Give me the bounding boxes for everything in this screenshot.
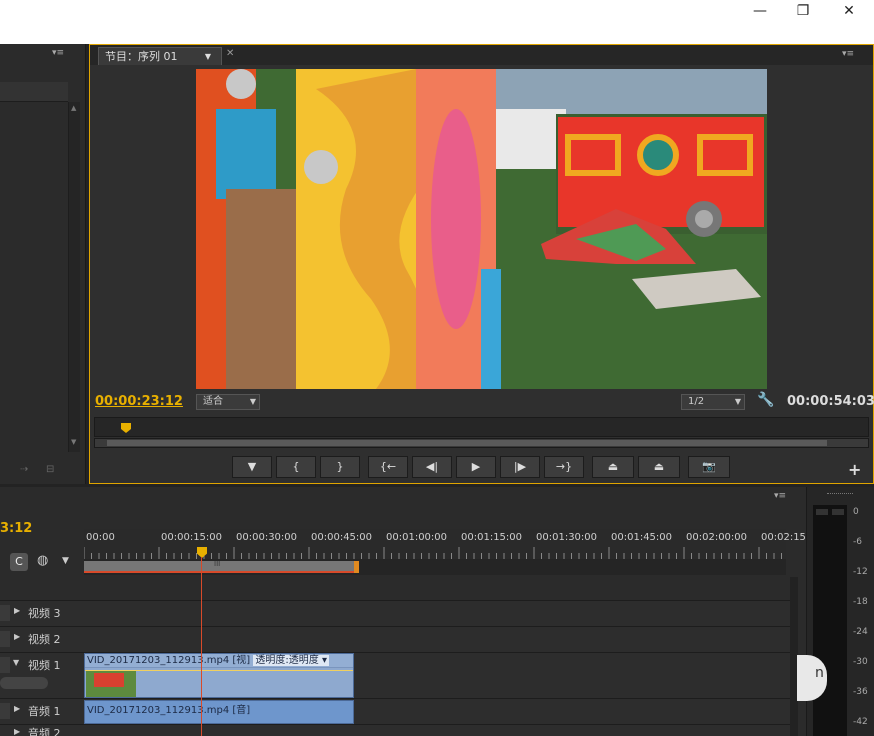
sequence-marker-icon[interactable]: ◍ <box>37 553 48 568</box>
ruler-label: 00:00:30:00 <box>236 532 298 543</box>
track-label: 音频 1 <box>28 705 61 718</box>
playhead-marker-icon[interactable] <box>121 423 131 433</box>
db-scale-label: -6 <box>853 537 862 547</box>
minimize-icon[interactable]: — <box>737 0 783 24</box>
mark-in-button[interactable]: { <box>276 456 316 478</box>
duration-display: 00:00:54:03 <box>787 394 874 409</box>
lift-button[interactable]: ⏏ <box>592 456 634 478</box>
mark-out-button[interactable]: } <box>320 456 360 478</box>
audio-clip[interactable]: VID_20171203_112913.mp4 [音] <box>84 700 354 724</box>
program-tab-bar: 节目：序列 01 ▼ ✕ ▾≡ <box>90 45 873 65</box>
expand-icon[interactable]: ▶ <box>14 704 20 713</box>
ruler-label: 00:00:15:00 <box>161 532 223 543</box>
tab-close-icon[interactable]: ✕ <box>226 48 234 59</box>
clip-thumbnail <box>86 671 136 697</box>
ruler-label: 00:00:45:00 <box>311 532 373 543</box>
ruler-label: 00:00 <box>86 532 115 543</box>
work-area-end-handle[interactable] <box>354 561 359 573</box>
expand-icon[interactable]: ▶ <box>14 632 20 641</box>
tab-dropdown-icon[interactable]: ▼ <box>205 48 211 65</box>
work-area-bar-track: III <box>84 559 786 575</box>
work-area-bar[interactable]: III <box>84 560 358 573</box>
track-audio-2: ▶ 音频 2 <box>0 724 790 736</box>
db-scale-label: -12 <box>853 567 868 577</box>
panel-menu-icon[interactable]: ▾≡ <box>842 49 854 59</box>
track-toggle[interactable] <box>0 703 10 719</box>
close-icon[interactable]: ✕ <box>826 0 872 24</box>
audio-meters-panel: 0 -6 -12 -18 -24 -30 -36 -42 n <box>797 487 874 736</box>
keyframe-nav[interactable] <box>0 677 48 689</box>
go-to-in-button[interactable]: {← <box>368 456 408 478</box>
ruler-label: 00:01:15:00 <box>461 532 523 543</box>
db-scale-label: -42 <box>853 717 868 727</box>
db-scale-label: -30 <box>853 657 868 667</box>
add-button[interactable]: + <box>848 460 861 479</box>
video-clip[interactable]: VID_20171203_112913.mp4 [视] 透明度:透明度 ▾ <box>84 653 354 698</box>
go-to-out-button[interactable]: →} <box>544 456 584 478</box>
track-video-3: ▶ 视频 3 <box>0 600 790 626</box>
export-frame-button[interactable]: 📷 <box>688 456 730 478</box>
transport-controls: ▼{} {← ◀| ▶ |▶ →} ⏏ ⏏ 📷 <box>232 456 732 480</box>
collapse-icon[interactable]: ▼ <box>13 658 19 667</box>
resolution-select[interactable]: 1/2 ▼ <box>681 394 745 410</box>
zoom-scroll-thumb[interactable] <box>107 440 827 446</box>
timeline-ruler[interactable]: 00:00 00:00:15:00 00:00:30:00 00:00:45:00 00… <box>84 529 816 559</box>
current-time-display[interactable]: 00:00:23:12 <box>95 394 183 409</box>
ruler-label: 00:01:30:00 <box>536 532 598 543</box>
timeline-panel: ▾≡ 3:12 C ◍ ▼ 00:00 00:00:15:00 00:00:30:0… <box>0 487 816 736</box>
new-item-icon[interactable]: ⇢ <box>20 464 28 475</box>
snap-icon[interactable]: C <box>10 553 28 571</box>
timeline-timecode[interactable]: 3:12 <box>0 521 32 536</box>
vertical-scrollbar[interactable]: ▲ ▼ <box>68 102 80 452</box>
ruler-label: 00:02:00:00 <box>686 532 748 543</box>
panel-menu-icon[interactable]: ▾≡ <box>52 48 64 58</box>
add-marker-button[interactable]: ▼ <box>232 456 272 478</box>
fit-select[interactable]: 适合 ▼ <box>196 394 260 410</box>
tab-label: 节目：序列 01 <box>105 50 178 63</box>
meter-grip[interactable] <box>827 493 853 496</box>
ruler-ticks <box>84 547 782 559</box>
track-label: 视频 2 <box>28 633 61 646</box>
video-preview <box>196 69 767 389</box>
track-label: 视频 1 <box>28 659 61 672</box>
wrench-icon[interactable]: 🔧 <box>757 392 774 408</box>
monitor-zoom-scrollbar[interactable] <box>94 438 869 448</box>
expand-icon[interactable]: ▶ <box>14 727 20 736</box>
program-monitor-panel: 节目：序列 01 ▼ ✕ ▾≡ 00:00:23:12 适合 ▼ 1/2 ▼ 🔧… <box>89 44 874 484</box>
track-video-1: ▼ 视频 1 VID_20171203_112913.mp4 [视] 透明度:透… <box>0 652 790 698</box>
db-scale-label: -18 <box>853 597 868 607</box>
video-frame-image <box>196 69 767 389</box>
track-toggle[interactable] <box>0 657 10 673</box>
db-scale-label: -24 <box>853 627 868 637</box>
step-forward-button[interactable]: |▶ <box>500 456 540 478</box>
track-label: 音频 2 <box>28 727 61 736</box>
monitor-time-ruler[interactable] <box>94 417 869 437</box>
step-back-button[interactable]: ◀| <box>412 456 452 478</box>
track-video-2: ▶ 视频 2 <box>0 626 790 652</box>
track-audio-1: ▶ 音频 1 VID_20171203_112913.mp4 [音] <box>0 698 790 724</box>
track-toggle[interactable] <box>0 631 10 647</box>
ruler-label: 00:01:00:00 <box>386 532 448 543</box>
add-marker-icon[interactable]: ▼ <box>62 556 69 566</box>
panel-header <box>0 82 68 102</box>
ruler-label: 00:01:45:00 <box>611 532 673 543</box>
track-toggle[interactable] <box>0 605 10 621</box>
trash-icon[interactable]: ⊟ <box>46 464 54 475</box>
play-button[interactable]: ▶ <box>456 456 496 478</box>
level-meter <box>813 505 847 736</box>
restore-icon[interactable]: ❐ <box>780 0 826 24</box>
expand-icon[interactable]: ▶ <box>14 606 20 615</box>
db-scale-label: 0 <box>853 507 859 517</box>
clip-effect-select[interactable]: 透明度:透明度 ▾ <box>253 655 329 666</box>
window-title-bar: — ❐ ✕ <box>0 0 874 44</box>
panel-menu-icon[interactable]: ▾≡ <box>774 491 786 501</box>
tab-program-sequence[interactable]: 节目：序列 01 ▼ <box>98 47 222 65</box>
db-scale-label: -36 <box>853 687 868 697</box>
project-panel: ▾≡ ▲ ▼ ⇢ ⊟ <box>0 44 86 484</box>
playhead-line <box>201 557 202 736</box>
extract-button[interactable]: ⏏ <box>638 456 680 478</box>
track-label: 视频 3 <box>28 607 61 620</box>
